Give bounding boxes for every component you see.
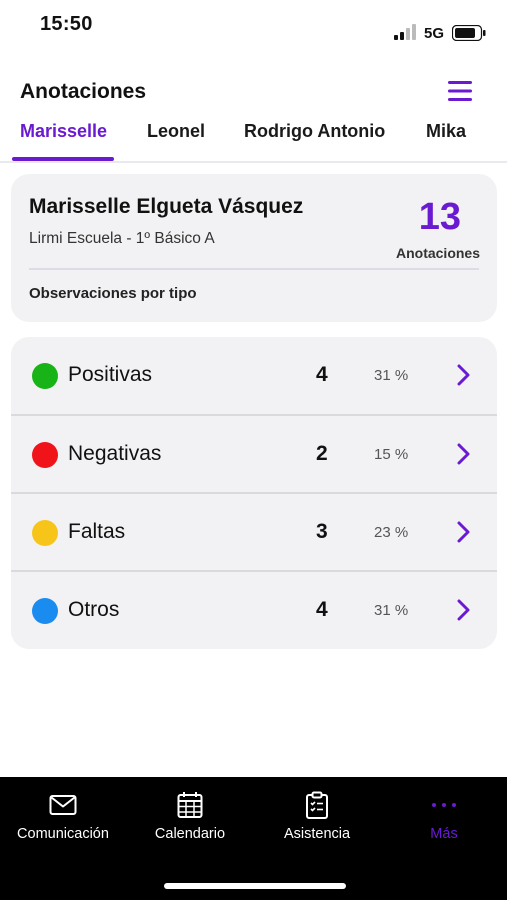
home-indicator[interactable] xyxy=(164,883,346,889)
type-row-faltas[interactable]: Faltas 3 23 % xyxy=(11,492,497,570)
student-school: Lirmi Escuela - 1º Básico A xyxy=(29,230,215,247)
nav-mas[interactable]: Más xyxy=(381,777,507,857)
tab-marisselle[interactable]: Marisselle xyxy=(20,121,107,142)
nav-comunicacion[interactable]: Comunicación xyxy=(0,777,126,857)
chevron-right-icon[interactable] xyxy=(457,521,471,543)
type-row-otros[interactable]: Otros 4 31 % xyxy=(11,570,497,648)
annotations-count: 13 xyxy=(418,196,461,238)
divider xyxy=(29,268,479,270)
type-row-positivas[interactable]: Positivas 4 31 % xyxy=(11,337,497,415)
status-dot-icon xyxy=(32,363,58,389)
nav-label: Más xyxy=(430,826,458,842)
calendar-icon xyxy=(177,792,203,818)
active-tab-indicator xyxy=(12,157,114,161)
type-count: 4 xyxy=(316,363,328,386)
status-bar: 15:50 5G xyxy=(0,0,507,50)
type-label: Positivas xyxy=(68,363,153,386)
type-count: 4 xyxy=(316,598,328,621)
type-percent: 31 % xyxy=(374,602,409,619)
status-dot-icon xyxy=(32,520,58,546)
type-percent: 15 % xyxy=(374,446,409,463)
student-summary-card: Marisselle Elgueta Vásquez Lirmi Escuela… xyxy=(11,174,497,322)
student-name: Marisselle Elgueta Vásquez xyxy=(29,195,304,218)
page-title: Anotaciones xyxy=(20,80,147,103)
network-type: 5G xyxy=(424,25,445,42)
cellular-signal-icon xyxy=(394,24,416,40)
status-dot-icon xyxy=(32,442,58,468)
more-dots-icon xyxy=(432,803,456,807)
tab-rodrigo-antonio[interactable]: Rodrigo Antonio xyxy=(244,121,385,142)
battery-icon xyxy=(452,25,486,41)
type-label: Otros xyxy=(68,598,120,621)
type-label: Negativas xyxy=(68,442,162,465)
chevron-right-icon[interactable] xyxy=(457,599,471,621)
annotations-count-label: Anotaciones xyxy=(395,245,480,261)
nav-calendario[interactable]: Calendario xyxy=(127,777,253,857)
bottom-navigation: Comunicación Calendario Asistencia Más xyxy=(0,777,507,900)
type-percent: 31 % xyxy=(374,367,409,384)
type-percent: 23 % xyxy=(374,524,409,541)
nav-asistencia[interactable]: Asistencia xyxy=(254,777,380,857)
type-count: 2 xyxy=(316,442,328,465)
type-count: 3 xyxy=(316,520,328,543)
student-tabs: Marisselle Leonel Rodrigo Antonio Mika xyxy=(0,113,507,163)
chevron-right-icon[interactable] xyxy=(457,443,471,465)
hamburger-menu-icon[interactable] xyxy=(448,80,472,102)
chevron-right-icon[interactable] xyxy=(457,364,471,386)
section-label: Observaciones por tipo xyxy=(29,285,197,302)
nav-label: Comunicación xyxy=(17,826,109,842)
mail-icon xyxy=(49,795,77,815)
status-time: 15:50 xyxy=(40,13,93,35)
type-row-negativas[interactable]: Negativas 2 15 % xyxy=(11,414,497,492)
annotation-types-list: Positivas 4 31 % Negativas 2 15 % Faltas… xyxy=(11,337,497,649)
tab-mika[interactable]: Mika xyxy=(426,121,466,142)
status-dot-icon xyxy=(32,598,58,624)
clipboard-icon xyxy=(306,791,328,819)
nav-label: Calendario xyxy=(154,826,226,842)
type-label: Faltas xyxy=(68,520,126,543)
tab-leonel[interactable]: Leonel xyxy=(147,121,205,142)
nav-label: Asistencia xyxy=(283,826,351,842)
